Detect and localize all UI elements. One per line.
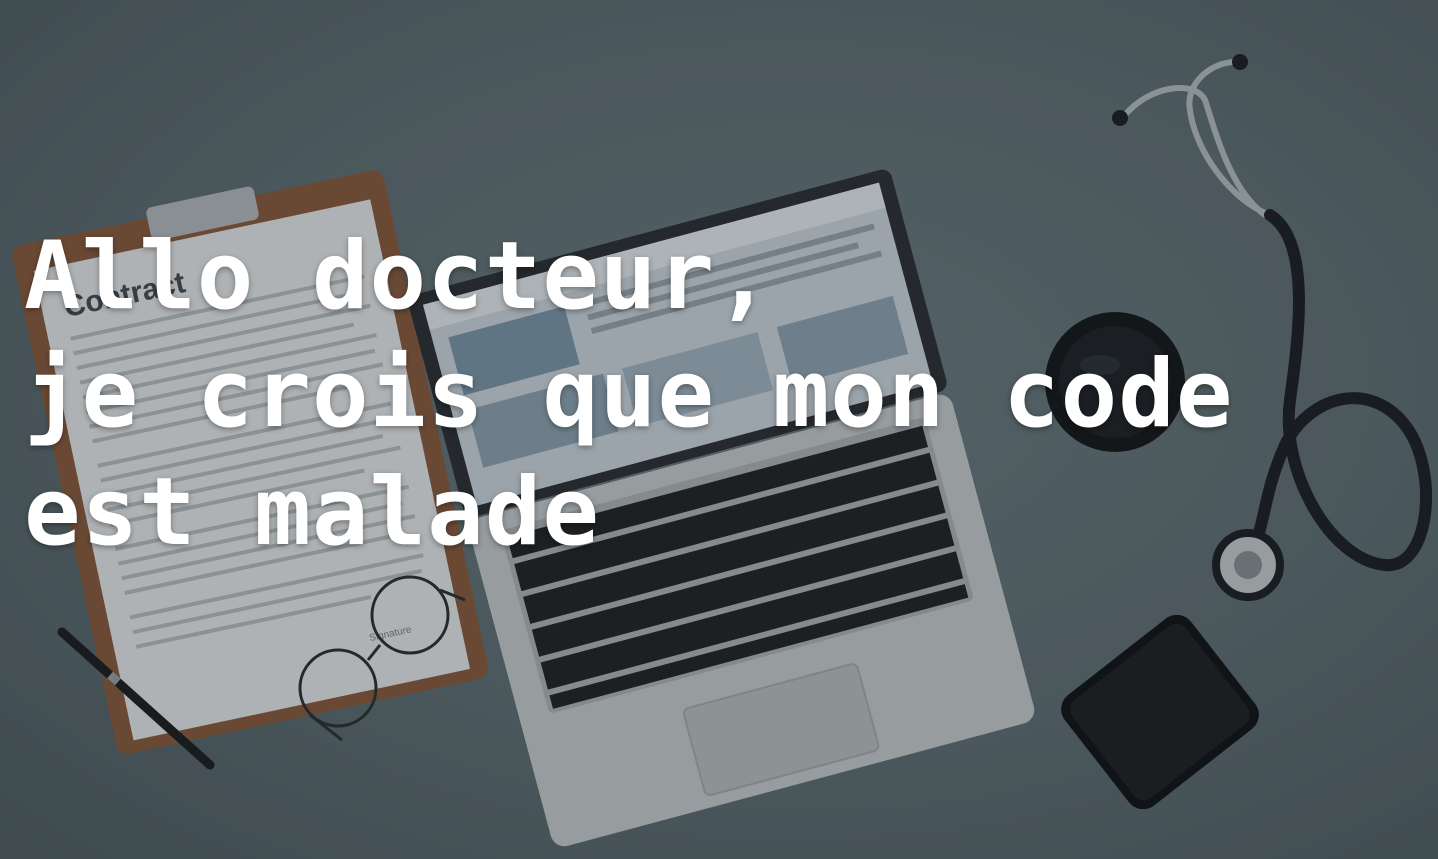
headline: Allo docteur, je crois que mon code est … xyxy=(24,218,1233,572)
hero-banner: Contract Signature Allo docteur, je croi… xyxy=(0,0,1438,859)
headline-line-2: je crois que mon code xyxy=(24,340,1234,449)
headline-line-3: est malade xyxy=(24,458,600,567)
headline-line-1: Allo docteur, xyxy=(24,222,773,331)
